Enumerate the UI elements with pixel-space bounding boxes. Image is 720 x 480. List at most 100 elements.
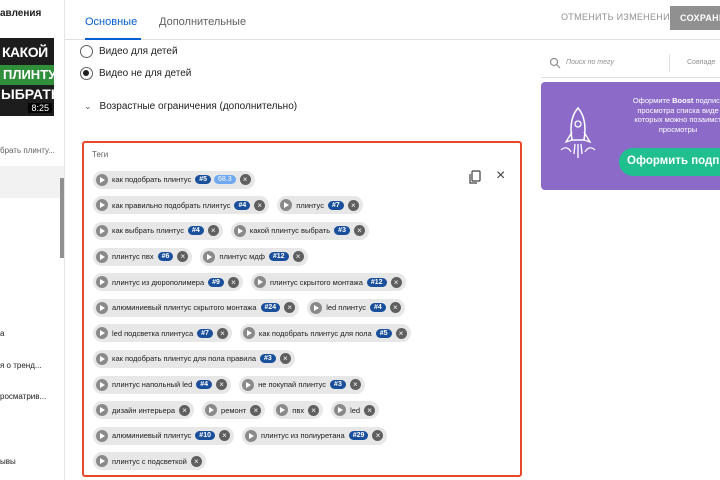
remove-tag-icon[interactable]: × [353, 225, 365, 237]
play-icon[interactable] [242, 327, 255, 340]
remove-tag-icon[interactable]: × [177, 251, 189, 263]
tag-chip[interactable]: led плинтус #4 × [307, 298, 405, 317]
tag-chip[interactable]: как подобрать плинтус #5 68.3 × [93, 170, 255, 189]
undo-changes-button[interactable]: ОТМЕНИТЬ ИЗМЕНЕНИЯ [561, 12, 677, 22]
tag-chip[interactable]: led подсветка плинтуса #7 × [93, 324, 232, 343]
play-icon[interactable] [96, 301, 108, 314]
remove-tag-icon[interactable]: × [190, 455, 202, 467]
match-filter[interactable]: Совпаде [687, 59, 715, 66]
tag-chip[interactable]: led × [331, 401, 380, 420]
remove-tag-icon[interactable]: × [347, 199, 359, 211]
sidebar-item[interactable]: я о тренд... [0, 361, 42, 370]
tag-chip[interactable]: ремонт × [202, 401, 266, 420]
remove-tag-icon[interactable]: × [292, 251, 304, 263]
remove-tag-icon[interactable]: × [216, 327, 228, 339]
play-icon[interactable] [96, 429, 108, 442]
play-icon[interactable] [334, 404, 347, 417]
tag-text: как выбрать плинтус [112, 226, 184, 236]
remove-tag-icon[interactable]: × [250, 404, 262, 416]
remove-tag-icon[interactable]: × [308, 404, 320, 416]
play-icon[interactable] [242, 378, 255, 391]
remove-tag-icon[interactable]: × [372, 430, 384, 442]
play-icon[interactable] [96, 352, 108, 365]
play-icon[interactable] [253, 276, 266, 289]
tag-chip[interactable]: как выбрать плинтус #4 × [93, 221, 223, 240]
save-button[interactable]: СОХРАНИ [670, 6, 720, 30]
remove-tag-icon[interactable]: × [218, 430, 230, 442]
chevron-down-icon: ⌄ [84, 101, 92, 111]
play-icon[interactable] [205, 404, 218, 417]
play-icon[interactable] [203, 250, 216, 263]
sidebar-item[interactable]: росматрив... [0, 392, 46, 401]
play-icon[interactable] [280, 199, 293, 212]
tag-rank-badge: #12 [268, 252, 289, 262]
play-icon[interactable] [233, 224, 246, 237]
remove-tag-icon[interactable]: × [207, 225, 219, 237]
active-tab-indicator [85, 38, 141, 40]
close-icon[interactable]: × [496, 168, 505, 184]
play-icon[interactable] [96, 378, 108, 391]
tag-chip[interactable]: какой плинтус выбрать #3 × [230, 221, 369, 240]
play-icon[interactable] [310, 301, 323, 314]
sidebar-item[interactable]: а [0, 329, 4, 338]
video-thumbnail[interactable]: КАКОЙ ПЛИНТУС ЫБРАТЬ 8:25 [0, 38, 54, 116]
remove-tag-icon[interactable]: × [389, 302, 401, 314]
tag-chip[interactable]: плинтус скрытого монтажа #12 × [250, 273, 406, 292]
tag-chip[interactable]: плинтус из дюрополимера #9 × [93, 273, 243, 292]
tag-chip[interactable]: плинтус #7 × [277, 196, 363, 215]
remove-tag-icon[interactable]: × [284, 302, 296, 314]
remove-tag-icon[interactable]: × [254, 199, 266, 211]
tag-text: led подсветка плинтуса [112, 328, 194, 338]
tag-chip[interactable]: плинтус напольный led #4 × [93, 375, 232, 394]
tag-text: дизайн интерьера [112, 405, 176, 415]
tag-chip[interactable]: как подобрать плинтус для пола правила #3… [93, 349, 295, 368]
remove-tag-icon[interactable]: × [239, 174, 251, 186]
tag-chip[interactable]: плинтус мдф #12 × [200, 247, 308, 266]
radio-button[interactable] [80, 45, 93, 58]
remove-tag-icon[interactable]: × [227, 276, 239, 288]
play-icon[interactable] [96, 173, 108, 186]
tag-chip[interactable]: не покупай плинтус #3 × [239, 375, 365, 394]
remove-tag-icon[interactable]: × [364, 404, 376, 416]
remove-tag-icon[interactable]: × [179, 404, 191, 416]
tag-chip[interactable]: алюминиевый плинтус скрытого монтажа #24 × [93, 298, 300, 317]
tag-chip[interactable]: дизайн интерьера × [93, 401, 195, 420]
subscribe-button[interactable]: Оформить подписк [619, 148, 720, 176]
tags-input-box[interactable]: Теги × как подобрать плинтус #5 68.3 × как п… [82, 141, 522, 477]
radio-button-checked[interactable] [80, 67, 93, 80]
sidebar-item[interactable]: ывы [0, 457, 16, 466]
sidebar-item-active[interactable] [0, 166, 64, 198]
remove-tag-icon[interactable]: × [216, 379, 228, 391]
play-icon[interactable] [96, 276, 108, 289]
age-restrictions-toggle[interactable]: ⌄ Возрастные ограничения (дополнительно) [84, 101, 297, 112]
tag-chip[interactable]: плинтус пвх #6 × [93, 247, 193, 266]
tag-chip[interactable]: пвх × [273, 401, 324, 420]
tab-advanced[interactable]: Дополнительные [159, 16, 246, 28]
promo-text-line: которых можно позаимст [634, 115, 720, 124]
remove-tag-icon[interactable]: × [390, 276, 402, 288]
play-icon[interactable] [244, 429, 257, 442]
tag-chip[interactable]: алюминиевый плинтус #10 × [93, 426, 234, 445]
tag-chip[interactable]: как правильно подобрать плинтус #4 × [93, 196, 270, 215]
remove-tag-icon[interactable]: × [279, 353, 291, 365]
remove-tag-icon[interactable]: × [395, 327, 407, 339]
play-icon[interactable] [96, 224, 108, 237]
tag-chip[interactable]: как подобрать плинтус для пола #5 × [239, 324, 411, 343]
play-icon[interactable] [96, 404, 108, 417]
play-icon[interactable] [276, 404, 289, 417]
tag-text: алюминиевый плинтус скрытого монтажа [112, 303, 257, 313]
radio-not-made-for-kids[interactable]: Видео не для детей [80, 67, 191, 80]
play-icon[interactable] [96, 250, 108, 263]
tag-chip[interactable]: плинтус из полиуретана #29 × [241, 426, 388, 445]
remove-tag-icon[interactable]: × [349, 379, 361, 391]
sidebar-divider [64, 0, 65, 480]
tag-row: алюминиевый плинтус скрытого монтажа #24 ×… [93, 295, 473, 321]
play-icon[interactable] [96, 455, 108, 468]
search-input[interactable]: Поиск по тегу [566, 59, 614, 66]
radio-made-for-kids[interactable]: Видео для детей [80, 45, 178, 58]
tag-rank-badge: #4 [196, 380, 213, 390]
play-icon[interactable] [96, 327, 108, 340]
play-icon[interactable] [96, 199, 108, 212]
tag-chip[interactable]: плинтус с подсветкой × [93, 452, 206, 471]
tab-basic[interactable]: Основные [85, 16, 137, 28]
